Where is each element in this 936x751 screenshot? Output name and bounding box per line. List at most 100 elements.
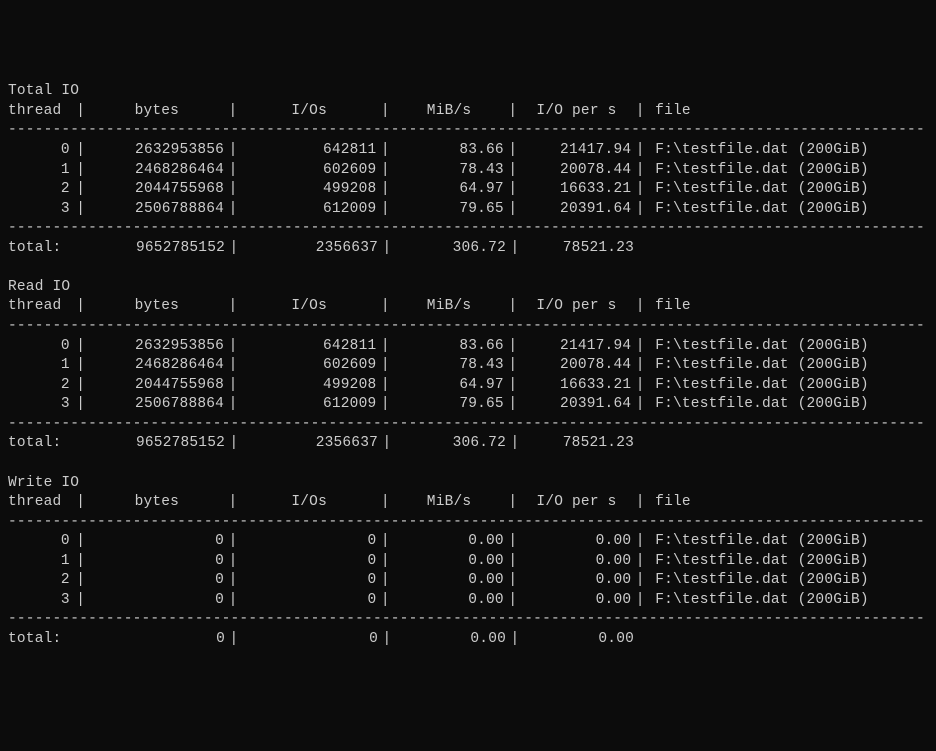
separator: | bbox=[504, 180, 522, 200]
col-header-mibs: MiB/s bbox=[394, 297, 504, 317]
total-row: total: 9652785152|2356637|306.72|78521.2… bbox=[8, 434, 928, 454]
cell-file: F:\testfile.dat (200GiB) bbox=[649, 356, 928, 376]
separator: | bbox=[631, 532, 649, 552]
separator: | bbox=[376, 337, 394, 357]
cell-bytes: 2468286464 bbox=[90, 356, 224, 376]
cell-file: F:\testfile.dat (200GiB) bbox=[649, 161, 928, 181]
cell-mibs: 78.43 bbox=[394, 356, 504, 376]
cell-ios: 0 bbox=[242, 532, 376, 552]
total-row: total: 9652785152|2356637|306.72|78521.2… bbox=[8, 239, 928, 259]
separator: | bbox=[631, 200, 649, 220]
separator: | bbox=[376, 395, 394, 415]
separator: | bbox=[72, 356, 90, 376]
separator: | bbox=[376, 532, 394, 552]
separator: | bbox=[225, 239, 243, 259]
separator: | bbox=[504, 532, 522, 552]
cell-thread: 2 bbox=[8, 376, 72, 396]
separator: | bbox=[72, 141, 90, 161]
separator: | bbox=[72, 395, 90, 415]
cell-file: F:\testfile.dat (200GiB) bbox=[649, 395, 928, 415]
cell-bytes: 2506788864 bbox=[90, 200, 224, 220]
cell-bytes: 0 bbox=[90, 552, 224, 572]
separator bbox=[72, 239, 90, 259]
separator: | bbox=[378, 630, 396, 650]
col-header-bytes: bytes bbox=[90, 297, 224, 317]
cell-mibs: 0.00 bbox=[394, 591, 504, 611]
cell-iops: 0.00 bbox=[522, 571, 632, 591]
divider: ----------------------------------------… bbox=[8, 219, 926, 239]
cell-thread: 0 bbox=[8, 141, 72, 161]
total-iops: 78521.23 bbox=[524, 434, 634, 454]
cell-mibs: 79.65 bbox=[394, 200, 504, 220]
cell-ios: 642811 bbox=[242, 141, 376, 161]
separator: | bbox=[376, 141, 394, 161]
col-header-mibs: MiB/s bbox=[394, 493, 504, 513]
cell-iops: 21417.94 bbox=[522, 337, 632, 357]
separator: | bbox=[224, 337, 242, 357]
separator: | bbox=[504, 493, 522, 513]
separator: | bbox=[631, 356, 649, 376]
separator: | bbox=[376, 102, 394, 122]
col-header-file: file bbox=[649, 102, 928, 122]
separator: | bbox=[506, 239, 524, 259]
separator: | bbox=[504, 297, 522, 317]
col-header-mibs: MiB/s bbox=[394, 102, 504, 122]
cell-bytes: 2468286464 bbox=[90, 161, 224, 181]
total-row: total: 0|0|0.00|0.00 bbox=[8, 630, 928, 650]
cell-thread: 0 bbox=[8, 337, 72, 357]
separator: | bbox=[224, 141, 242, 161]
cell-file: F:\testfile.dat (200GiB) bbox=[649, 376, 928, 396]
separator: | bbox=[631, 395, 649, 415]
cell-bytes: 2506788864 bbox=[90, 395, 224, 415]
divider: ----------------------------------------… bbox=[8, 513, 926, 533]
separator: | bbox=[631, 591, 649, 611]
separator: | bbox=[376, 161, 394, 181]
blank-line bbox=[8, 258, 928, 278]
table-row: 1|2468286464|602609|78.43|20078.44|F:\te… bbox=[8, 161, 928, 181]
total-bytes: 9652785152 bbox=[90, 434, 225, 454]
separator: | bbox=[72, 161, 90, 181]
cell-thread: 3 bbox=[8, 200, 72, 220]
cell-ios: 0 bbox=[242, 571, 376, 591]
cell-bytes: 2044755968 bbox=[90, 180, 224, 200]
total-mibs: 306.72 bbox=[396, 239, 506, 259]
separator: | bbox=[72, 493, 90, 513]
cell-iops: 20078.44 bbox=[522, 356, 632, 376]
total-label: total: bbox=[8, 239, 72, 259]
separator: | bbox=[631, 161, 649, 181]
table-row: 2|2044755968|499208|64.97|16633.21|F:\te… bbox=[8, 376, 928, 396]
cell-ios: 642811 bbox=[242, 337, 376, 357]
separator: | bbox=[504, 200, 522, 220]
terminal-output: Total IOthread|bytes|I/Os|MiB/s|I/O per … bbox=[8, 82, 928, 649]
cell-bytes: 0 bbox=[90, 571, 224, 591]
cell-file: F:\testfile.dat (200GiB) bbox=[649, 571, 928, 591]
separator: | bbox=[224, 532, 242, 552]
separator: | bbox=[376, 493, 394, 513]
cell-iops: 0.00 bbox=[522, 591, 632, 611]
total-ios: 2356637 bbox=[243, 434, 378, 454]
separator: | bbox=[504, 161, 522, 181]
separator: | bbox=[376, 200, 394, 220]
cell-thread: 3 bbox=[8, 591, 72, 611]
cell-mibs: 64.97 bbox=[394, 376, 504, 396]
cell-thread: 1 bbox=[8, 161, 72, 181]
separator: | bbox=[224, 180, 242, 200]
cell-iops: 20078.44 bbox=[522, 161, 632, 181]
separator: | bbox=[504, 552, 522, 572]
cell-iops: 21417.94 bbox=[522, 141, 632, 161]
cell-bytes: 0 bbox=[90, 591, 224, 611]
cell-file: F:\testfile.dat (200GiB) bbox=[649, 200, 928, 220]
separator: | bbox=[224, 493, 242, 513]
separator bbox=[72, 630, 90, 650]
table-header-row: thread|bytes|I/Os|MiB/s|I/O per s|file bbox=[8, 297, 928, 317]
separator: | bbox=[631, 552, 649, 572]
cell-ios: 0 bbox=[242, 591, 376, 611]
table-header-row: thread|bytes|I/Os|MiB/s|I/O per s|file bbox=[8, 493, 928, 513]
total-bytes: 9652785152 bbox=[90, 239, 225, 259]
separator bbox=[72, 434, 90, 454]
cell-file: F:\testfile.dat (200GiB) bbox=[649, 141, 928, 161]
cell-mibs: 78.43 bbox=[394, 161, 504, 181]
cell-file: F:\testfile.dat (200GiB) bbox=[649, 180, 928, 200]
col-header-bytes: bytes bbox=[90, 102, 224, 122]
cell-bytes: 2632953856 bbox=[90, 141, 224, 161]
